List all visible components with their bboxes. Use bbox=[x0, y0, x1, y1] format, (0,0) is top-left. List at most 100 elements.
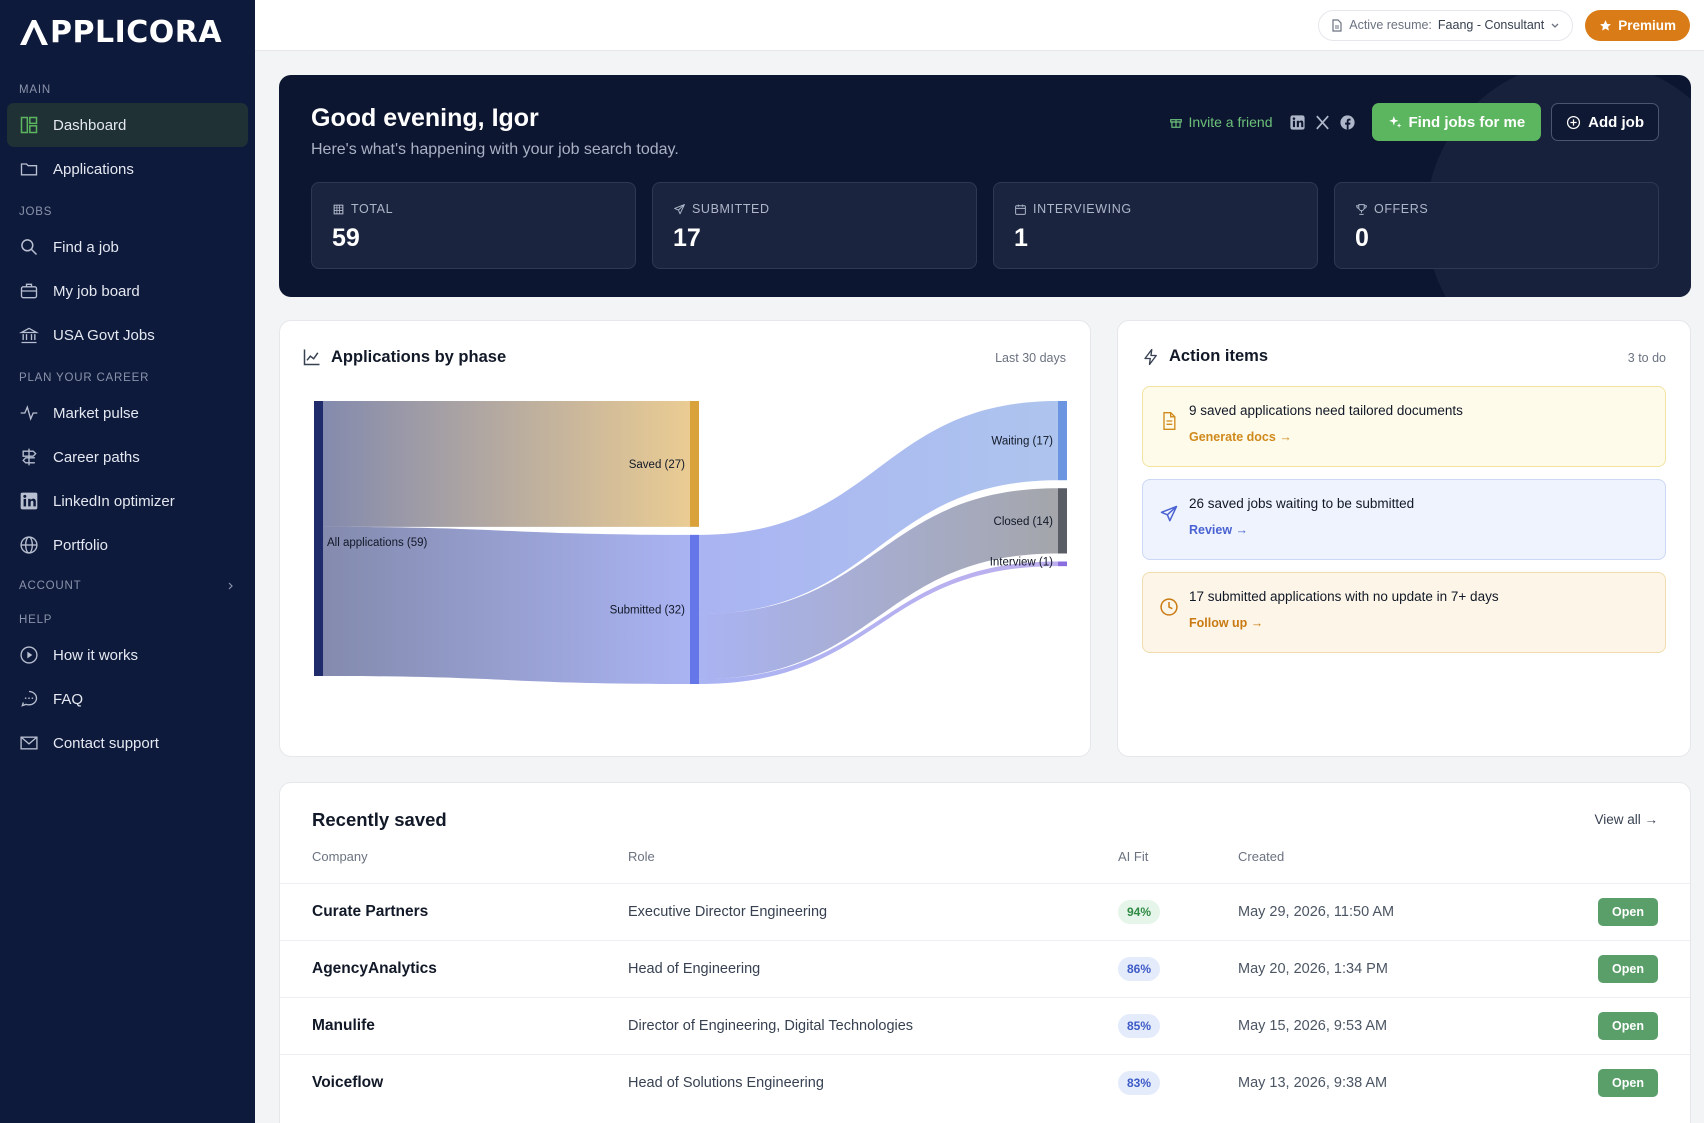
logo-text: PPLICORA bbox=[50, 14, 223, 50]
row-role: Head of Engineering bbox=[628, 961, 761, 977]
sankey-node-submitted[interactable] bbox=[690, 534, 699, 684]
main-content: Active resume: Faang - Consultant Premiu… bbox=[255, 0, 1704, 1123]
stat-label: OFFERS bbox=[1374, 202, 1429, 216]
row-created: May 29, 2026, 11:50 AM bbox=[1238, 904, 1395, 920]
stats-row: TOTAL 59 SUBMITTED 17 INTERVIEWING 1 OFFERS 0 bbox=[311, 182, 1659, 269]
stat-card-submitted[interactable]: SUBMITTED 17 bbox=[652, 182, 977, 269]
sidebar-item-market-pulse[interactable]: Market pulse bbox=[7, 391, 248, 435]
stat-label-row: SUBMITTED bbox=[673, 202, 956, 216]
sidebar-item-label: LinkedIn optimizer bbox=[53, 492, 175, 510]
stat-card-offers[interactable]: OFFERS 0 bbox=[1334, 182, 1659, 269]
file-text-icon bbox=[1163, 412, 1176, 430]
sankey-node-saved[interactable] bbox=[690, 401, 699, 527]
app-shell: PPLICORA MAIN Dashboard Applications JOBS Fi… bbox=[0, 0, 1704, 1123]
sidebar-item-find-a-job[interactable]: Find a job bbox=[7, 225, 248, 269]
stat-label: TOTAL bbox=[351, 202, 394, 216]
action-item-link[interactable]: Follow up → bbox=[1189, 616, 1665, 630]
row-company[interactable]: AgencyAnalytics bbox=[312, 960, 437, 978]
row-company[interactable]: Voiceflow bbox=[312, 1074, 383, 1092]
facebook-share-icon[interactable] bbox=[1339, 114, 1356, 131]
sidebar-item-label: Contact support bbox=[53, 734, 159, 752]
add-job-button[interactable]: Add job bbox=[1551, 103, 1659, 141]
row-created: May 13, 2026, 9:38 AM bbox=[1238, 1075, 1388, 1091]
active-resume-label: Active resume: bbox=[1349, 18, 1432, 32]
action-item-link[interactable]: Review → bbox=[1189, 523, 1665, 537]
sidebar-item-my-job-board[interactable]: My job board bbox=[7, 269, 248, 313]
table-row[interactable]: Voiceflow Head of Solutions Engineering 83… bbox=[280, 1054, 1690, 1111]
star-icon bbox=[1600, 19, 1612, 31]
stat-card-total[interactable]: TOTAL 59 bbox=[311, 182, 636, 269]
sidebar-item-how-it-works[interactable]: How it works bbox=[7, 633, 248, 677]
column-header-created[interactable]: Created bbox=[1238, 849, 1284, 864]
sidebar-item-label: How it works bbox=[53, 646, 139, 664]
column-header-company[interactable]: Company bbox=[312, 849, 368, 864]
table-row[interactable]: Manulife Director of Engineering, Digital… bbox=[280, 997, 1690, 1054]
sidebar-item-dashboard[interactable]: Dashboard bbox=[7, 103, 248, 147]
table-row[interactable]: Curate Partners Executive Director Engine… bbox=[280, 883, 1690, 940]
clock-icon bbox=[1160, 598, 1178, 616]
find-jobs-button[interactable]: Find jobs for me bbox=[1371, 103, 1542, 141]
sankey-node-waiting[interactable] bbox=[1058, 401, 1067, 481]
column-header-role[interactable]: Role bbox=[628, 849, 655, 864]
applications-by-phase-card: Applications by phase Last 30 days All a… bbox=[279, 320, 1091, 757]
sidebar-item-label: My job board bbox=[53, 282, 140, 300]
row-created: May 15, 2026, 9:53 AM bbox=[1238, 1018, 1388, 1034]
sidebar-item-portfolio[interactable]: Portfolio bbox=[7, 523, 248, 567]
sidebar-item-usa-govt-jobs[interactable]: USA Govt Jobs bbox=[7, 313, 248, 357]
document-icon bbox=[1332, 18, 1342, 32]
lightning-icon bbox=[1144, 348, 1157, 365]
invite-friend-link[interactable]: Invite a friend bbox=[1169, 114, 1273, 130]
nav-section-help: HELP bbox=[19, 614, 53, 626]
linkedin-icon bbox=[20, 492, 38, 510]
nav-section-main: MAIN bbox=[19, 84, 51, 96]
recent-title: Recently saved bbox=[312, 809, 447, 830]
row-company[interactable]: Manulife bbox=[312, 1017, 375, 1035]
x-share-icon[interactable] bbox=[1314, 114, 1331, 131]
open-button[interactable]: Open bbox=[1598, 1069, 1658, 1097]
sidebar-item-career-paths[interactable]: Career paths bbox=[7, 435, 248, 479]
table-header: Company Role AI Fit Created bbox=[312, 849, 1658, 869]
sidebar-item-contact-support[interactable]: Contact support bbox=[7, 721, 248, 765]
chevron-right-icon bbox=[228, 582, 233, 590]
action-item-link[interactable]: Generate docs → bbox=[1189, 430, 1665, 444]
action-item[interactable]: 26 saved jobs waiting to be submitted Rev… bbox=[1142, 479, 1666, 560]
sankey-node-all-applications[interactable] bbox=[314, 401, 323, 676]
view-all-link[interactable]: View all → bbox=[1594, 812, 1658, 827]
table-row[interactable]: AgencyAnalytics Head of Engineering 86% May… bbox=[280, 940, 1690, 997]
action-item[interactable]: 9 saved applications need tailored docum… bbox=[1142, 386, 1666, 467]
active-resume-selector[interactable]: Active resume: Faang - Consultant bbox=[1318, 9, 1574, 41]
sankey-label-all-applications: All applications (59) bbox=[327, 537, 428, 549]
sankey-node-interview[interactable] bbox=[1058, 561, 1067, 567]
action-item-text: 26 saved jobs waiting to be submitted bbox=[1189, 496, 1415, 511]
sidebar-item-faq[interactable]: FAQ bbox=[7, 677, 248, 721]
mail-icon bbox=[20, 736, 38, 750]
sidebar-item-label: USA Govt Jobs bbox=[53, 326, 155, 344]
action-item-text: 17 submitted applications with no update… bbox=[1189, 589, 1499, 604]
open-button[interactable]: Open bbox=[1598, 898, 1658, 926]
sankey-label-submitted: Submitted (32) bbox=[610, 604, 686, 616]
sidebar-item-label: Career paths bbox=[53, 448, 140, 466]
stat-card-interviewing[interactable]: INTERVIEWING 1 bbox=[993, 182, 1318, 269]
sidebar-nav: MAIN Dashboard Applications JOBS Find a job M… bbox=[0, 64, 255, 765]
premium-button[interactable]: Premium bbox=[1585, 9, 1690, 41]
banner-actions: Invite a friend Find jobs for me Add job bbox=[1169, 103, 1659, 141]
open-button[interactable]: Open bbox=[1598, 955, 1658, 983]
open-button[interactable]: Open bbox=[1598, 1012, 1658, 1040]
row-company[interactable]: Curate Partners bbox=[312, 903, 428, 921]
sidebar-item-applications[interactable]: Applications bbox=[7, 147, 248, 191]
action-item[interactable]: 17 submitted applications with no update… bbox=[1142, 572, 1666, 653]
sidebar-item-label: Portfolio bbox=[53, 536, 109, 554]
sidebar: PPLICORA MAIN Dashboard Applications JOBS Fi… bbox=[0, 0, 255, 1123]
sidebar-item-linkedin-optimizer[interactable]: LinkedIn optimizer bbox=[7, 479, 248, 523]
phases-sankey-chart: All applications (59) Saved (27) Submitted… bbox=[314, 401, 1067, 684]
actions-title: Action items bbox=[1169, 347, 1269, 365]
ai-fit-badge: 94% bbox=[1118, 900, 1161, 924]
sankey-node-closed[interactable] bbox=[1058, 488, 1067, 554]
linkedin-share-icon[interactable] bbox=[1289, 114, 1306, 131]
plus-circle-icon bbox=[1567, 115, 1581, 129]
search-icon bbox=[21, 239, 38, 256]
pulse-icon bbox=[20, 405, 38, 421]
nav-section-account[interactable]: ACCOUNT bbox=[0, 573, 255, 599]
brand-logo[interactable]: PPLICORA bbox=[0, 0, 255, 64]
column-header-ai-fit[interactable]: AI Fit bbox=[1118, 849, 1148, 864]
